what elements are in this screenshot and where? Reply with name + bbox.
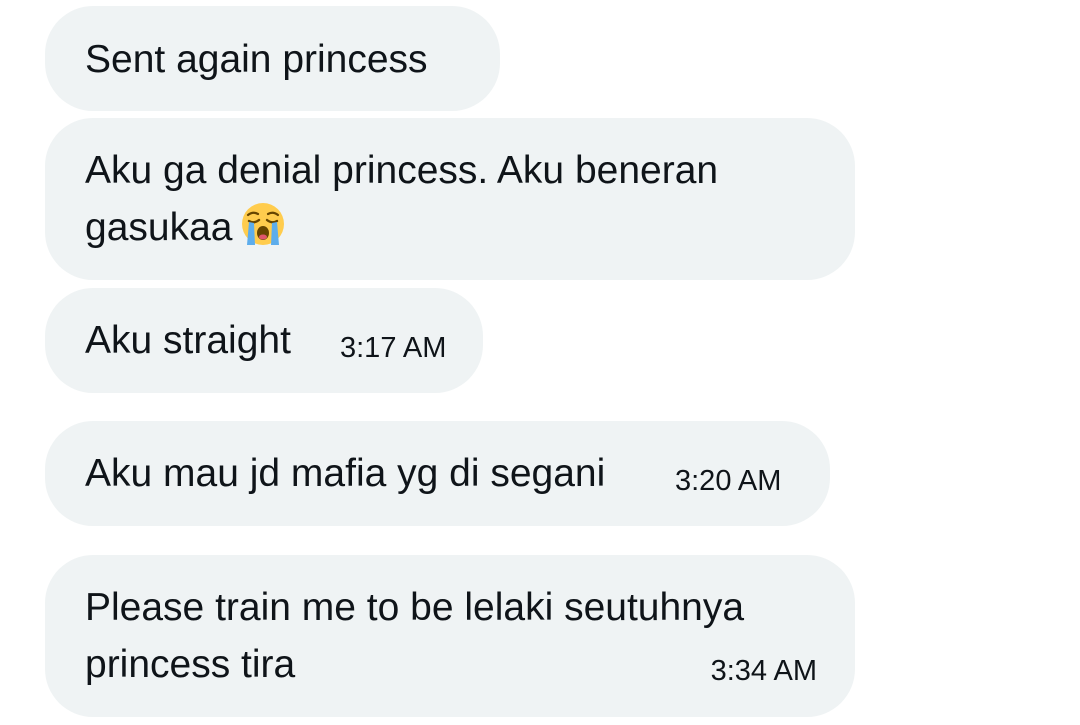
message-text: Aku mau jd mafia yg di segani — [85, 452, 606, 495]
message-timestamp: 3:34 AM — [710, 655, 817, 687]
message-text-line: Please train me to be lelaki seutuhnya — [85, 586, 745, 629]
message-text: Aku straight — [85, 319, 291, 362]
message-text-line: princess tira — [85, 643, 296, 686]
message-timestamp: 3:17 AM — [340, 332, 447, 364]
message-bubble[interactable]: Sent again princess — [45, 6, 500, 111]
message-text-line-group: gasukaa — [85, 199, 286, 256]
message-thread: Sent again princess Aku ga denial prince… — [0, 0, 1080, 725]
message-text-line: gasukaa — [85, 206, 233, 249]
message-bubble[interactable]: Please train me to be lelaki seutuhnya p… — [45, 555, 855, 717]
message-text: Sent again princess — [85, 38, 428, 81]
message-timestamp: 3:20 AM — [675, 465, 782, 497]
message-bubble[interactable]: Aku mau jd mafia yg di segani 3:20 AM — [45, 421, 830, 526]
loudly-crying-face-icon — [242, 203, 285, 245]
message-text-line: Aku ga denial princess. Aku beneran — [85, 149, 719, 192]
message-bubble[interactable]: Aku straight 3:17 AM — [45, 288, 483, 393]
message-bubble[interactable]: Aku ga denial princess. Aku beneran gasu… — [45, 118, 855, 280]
